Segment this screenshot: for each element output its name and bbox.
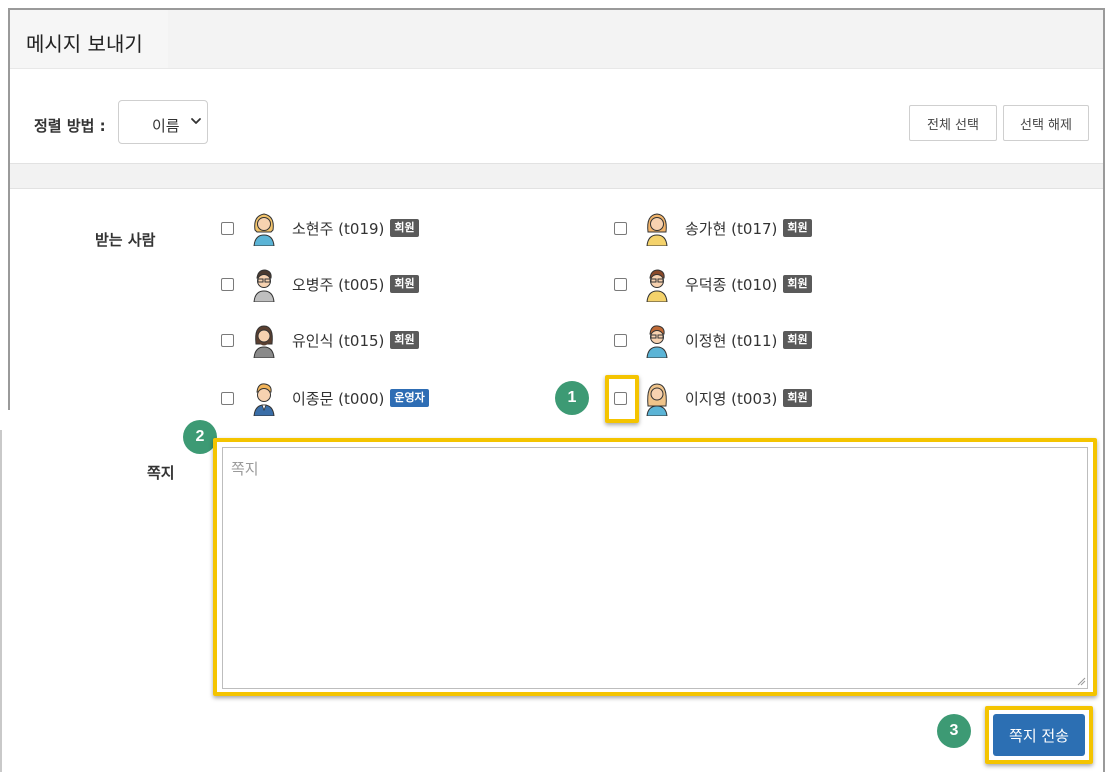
frame-edge	[0, 430, 2, 772]
man-glasses-avatar-icon	[253, 269, 275, 302]
recipients-label: 받는 사람	[95, 231, 156, 249]
step-3-marker: 3	[937, 714, 971, 748]
member-badge: 회원	[783, 389, 812, 407]
recipient-item[interactable]: 송가현 (t017) 회원	[614, 208, 812, 248]
member-badge: 회원	[390, 275, 419, 293]
member-badge: 회원	[783, 331, 812, 349]
recipient-item[interactable]: 유인식 (t015) 회원	[221, 320, 419, 360]
memo-highlight	[213, 438, 1097, 696]
woman-avatar-icon	[253, 213, 275, 246]
dialog-title: 메시지 보내기	[26, 32, 143, 56]
recipient-checkbox[interactable]	[221, 333, 234, 347]
woman-avatar-icon	[646, 213, 668, 246]
select-all-button[interactable]: 전체 선택	[909, 105, 997, 141]
memo-label: 쪽지	[147, 464, 175, 482]
recipient-name: 우덕종 (t010)	[685, 275, 778, 294]
step-1-marker: 1	[555, 381, 589, 415]
man-avatar-icon	[253, 383, 275, 416]
deselect-all-button[interactable]: 선택 해제	[1003, 105, 1089, 141]
man-glasses-avatar-icon	[646, 269, 668, 302]
recipient-name: 이정현 (t011)	[685, 331, 778, 350]
member-badge: 회원	[783, 275, 812, 293]
frame-gap	[0, 410, 16, 772]
divider	[10, 68, 1103, 69]
recipient-checkbox[interactable]	[221, 221, 234, 235]
sort-select-value[interactable]: 이름	[152, 115, 180, 136]
operator-badge: 운영자	[390, 389, 429, 407]
recipient-checkbox[interactable]	[614, 333, 627, 347]
section-band	[10, 164, 1103, 188]
dialog-header	[10, 10, 1103, 68]
man-glasses-avatar-icon	[646, 325, 668, 358]
bearded-man-avatar-icon	[253, 325, 275, 358]
woman-avatar-icon	[646, 383, 668, 416]
recipient-item[interactable]: 이지영 (t003) 회원	[614, 378, 812, 418]
recipient-item[interactable]: 이정현 (t011) 회원	[614, 320, 812, 360]
send-button-highlight	[985, 706, 1093, 764]
checkbox-highlight	[605, 375, 639, 423]
recipient-item[interactable]: 우덕종 (t010) 회원	[614, 264, 812, 304]
recipient-name: 소현주 (t019)	[292, 219, 385, 238]
recipient-checkbox[interactable]	[614, 221, 627, 235]
recipient-name: 이지영 (t003)	[685, 389, 778, 408]
chevron-down-icon[interactable]	[190, 114, 202, 128]
recipient-name: 오병주 (t005)	[292, 275, 385, 294]
recipient-checkbox[interactable]	[221, 277, 234, 291]
divider	[10, 188, 1103, 189]
recipient-name: 송가현 (t017)	[685, 219, 778, 238]
recipient-name: 유인식 (t015)	[292, 331, 385, 350]
recipient-item[interactable]: 이종문 (t000) 운영자	[221, 378, 429, 418]
step-2-marker: 2	[183, 420, 217, 454]
recipient-item[interactable]: 오병주 (t005) 회원	[221, 264, 419, 304]
member-badge: 회원	[783, 219, 812, 237]
member-badge: 회원	[390, 219, 419, 237]
sort-label: 정렬 방법 :	[34, 117, 106, 135]
member-badge: 회원	[390, 331, 419, 349]
recipient-item[interactable]: 소현주 (t019) 회원	[221, 208, 419, 248]
recipient-checkbox[interactable]	[614, 277, 627, 291]
recipient-name: 이종문 (t000)	[292, 389, 385, 408]
recipient-checkbox[interactable]	[221, 391, 234, 405]
